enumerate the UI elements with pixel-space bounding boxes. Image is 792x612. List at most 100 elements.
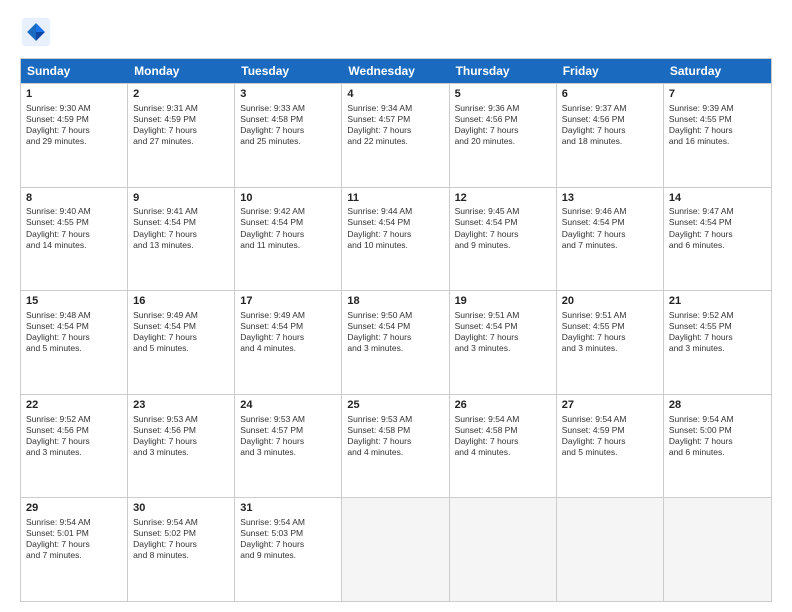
calendar-cell: 2Sunrise: 9:31 AMSunset: 4:59 PMDaylight… bbox=[128, 84, 235, 187]
calendar-cell: 31Sunrise: 9:54 AMSunset: 5:03 PMDayligh… bbox=[235, 498, 342, 601]
cell-info: Sunrise: 9:50 AMSunset: 4:54 PMDaylight:… bbox=[347, 310, 443, 354]
header-day: Wednesday bbox=[342, 59, 449, 83]
cell-info: Sunrise: 9:54 AMSunset: 5:02 PMDaylight:… bbox=[133, 517, 229, 561]
day-number: 9 bbox=[133, 191, 229, 206]
calendar-cell: 27Sunrise: 9:54 AMSunset: 4:59 PMDayligh… bbox=[557, 395, 664, 498]
cell-info: Sunrise: 9:48 AMSunset: 4:54 PMDaylight:… bbox=[26, 310, 122, 354]
calendar-header: SundayMondayTuesdayWednesdayThursdayFrid… bbox=[21, 59, 771, 83]
cell-info: Sunrise: 9:30 AMSunset: 4:59 PMDaylight:… bbox=[26, 103, 122, 147]
day-number: 13 bbox=[562, 191, 658, 206]
cell-info: Sunrise: 9:51 AMSunset: 4:54 PMDaylight:… bbox=[455, 310, 551, 354]
calendar-cell: 30Sunrise: 9:54 AMSunset: 5:02 PMDayligh… bbox=[128, 498, 235, 601]
header-day: Thursday bbox=[450, 59, 557, 83]
calendar-cell: 28Sunrise: 9:54 AMSunset: 5:00 PMDayligh… bbox=[664, 395, 771, 498]
cell-info: Sunrise: 9:46 AMSunset: 4:54 PMDaylight:… bbox=[562, 206, 658, 250]
calendar-cell bbox=[557, 498, 664, 601]
cell-info: Sunrise: 9:53 AMSunset: 4:58 PMDaylight:… bbox=[347, 414, 443, 458]
calendar-row: 8Sunrise: 9:40 AMSunset: 4:55 PMDaylight… bbox=[21, 187, 771, 291]
calendar-cell: 26Sunrise: 9:54 AMSunset: 4:58 PMDayligh… bbox=[450, 395, 557, 498]
cell-info: Sunrise: 9:45 AMSunset: 4:54 PMDaylight:… bbox=[455, 206, 551, 250]
cell-info: Sunrise: 9:33 AMSunset: 4:58 PMDaylight:… bbox=[240, 103, 336, 147]
logo-icon bbox=[20, 16, 52, 48]
calendar-cell: 22Sunrise: 9:52 AMSunset: 4:56 PMDayligh… bbox=[21, 395, 128, 498]
cell-info: Sunrise: 9:39 AMSunset: 4:55 PMDaylight:… bbox=[669, 103, 766, 147]
day-number: 21 bbox=[669, 294, 766, 309]
cell-info: Sunrise: 9:42 AMSunset: 4:54 PMDaylight:… bbox=[240, 206, 336, 250]
calendar-row: 29Sunrise: 9:54 AMSunset: 5:01 PMDayligh… bbox=[21, 497, 771, 601]
calendar-body: 1Sunrise: 9:30 AMSunset: 4:59 PMDaylight… bbox=[21, 83, 771, 601]
header-day: Saturday bbox=[664, 59, 771, 83]
calendar-cell: 11Sunrise: 9:44 AMSunset: 4:54 PMDayligh… bbox=[342, 188, 449, 291]
cell-info: Sunrise: 9:54 AMSunset: 4:58 PMDaylight:… bbox=[455, 414, 551, 458]
header-day: Friday bbox=[557, 59, 664, 83]
cell-info: Sunrise: 9:34 AMSunset: 4:57 PMDaylight:… bbox=[347, 103, 443, 147]
header bbox=[20, 16, 772, 48]
day-number: 12 bbox=[455, 191, 551, 206]
calendar-cell: 6Sunrise: 9:37 AMSunset: 4:56 PMDaylight… bbox=[557, 84, 664, 187]
day-number: 26 bbox=[455, 398, 551, 413]
calendar-cell: 1Sunrise: 9:30 AMSunset: 4:59 PMDaylight… bbox=[21, 84, 128, 187]
calendar-cell bbox=[450, 498, 557, 601]
cell-info: Sunrise: 9:49 AMSunset: 4:54 PMDaylight:… bbox=[133, 310, 229, 354]
day-number: 1 bbox=[26, 87, 122, 102]
calendar-cell: 7Sunrise: 9:39 AMSunset: 4:55 PMDaylight… bbox=[664, 84, 771, 187]
calendar-cell: 19Sunrise: 9:51 AMSunset: 4:54 PMDayligh… bbox=[450, 291, 557, 394]
day-number: 30 bbox=[133, 501, 229, 516]
day-number: 20 bbox=[562, 294, 658, 309]
day-number: 7 bbox=[669, 87, 766, 102]
calendar-cell: 10Sunrise: 9:42 AMSunset: 4:54 PMDayligh… bbox=[235, 188, 342, 291]
page: SundayMondayTuesdayWednesdayThursdayFrid… bbox=[0, 0, 792, 612]
header-day: Sunday bbox=[21, 59, 128, 83]
header-day: Monday bbox=[128, 59, 235, 83]
calendar-cell: 25Sunrise: 9:53 AMSunset: 4:58 PMDayligh… bbox=[342, 395, 449, 498]
calendar-cell bbox=[342, 498, 449, 601]
calendar-cell: 14Sunrise: 9:47 AMSunset: 4:54 PMDayligh… bbox=[664, 188, 771, 291]
cell-info: Sunrise: 9:54 AMSunset: 5:01 PMDaylight:… bbox=[26, 517, 122, 561]
calendar-row: 22Sunrise: 9:52 AMSunset: 4:56 PMDayligh… bbox=[21, 394, 771, 498]
day-number: 2 bbox=[133, 87, 229, 102]
day-number: 28 bbox=[669, 398, 766, 413]
day-number: 27 bbox=[562, 398, 658, 413]
calendar-cell: 23Sunrise: 9:53 AMSunset: 4:56 PMDayligh… bbox=[128, 395, 235, 498]
calendar-cell: 15Sunrise: 9:48 AMSunset: 4:54 PMDayligh… bbox=[21, 291, 128, 394]
day-number: 11 bbox=[347, 191, 443, 206]
cell-info: Sunrise: 9:53 AMSunset: 4:56 PMDaylight:… bbox=[133, 414, 229, 458]
day-number: 25 bbox=[347, 398, 443, 413]
calendar: SundayMondayTuesdayWednesdayThursdayFrid… bbox=[20, 58, 772, 602]
cell-info: Sunrise: 9:47 AMSunset: 4:54 PMDaylight:… bbox=[669, 206, 766, 250]
day-number: 23 bbox=[133, 398, 229, 413]
calendar-cell: 16Sunrise: 9:49 AMSunset: 4:54 PMDayligh… bbox=[128, 291, 235, 394]
calendar-cell: 18Sunrise: 9:50 AMSunset: 4:54 PMDayligh… bbox=[342, 291, 449, 394]
calendar-cell: 5Sunrise: 9:36 AMSunset: 4:56 PMDaylight… bbox=[450, 84, 557, 187]
cell-info: Sunrise: 9:54 AMSunset: 5:03 PMDaylight:… bbox=[240, 517, 336, 561]
calendar-cell: 24Sunrise: 9:53 AMSunset: 4:57 PMDayligh… bbox=[235, 395, 342, 498]
day-number: 3 bbox=[240, 87, 336, 102]
day-number: 18 bbox=[347, 294, 443, 309]
cell-info: Sunrise: 9:49 AMSunset: 4:54 PMDaylight:… bbox=[240, 310, 336, 354]
cell-info: Sunrise: 9:40 AMSunset: 4:55 PMDaylight:… bbox=[26, 206, 122, 250]
calendar-cell: 12Sunrise: 9:45 AMSunset: 4:54 PMDayligh… bbox=[450, 188, 557, 291]
day-number: 8 bbox=[26, 191, 122, 206]
day-number: 14 bbox=[669, 191, 766, 206]
day-number: 4 bbox=[347, 87, 443, 102]
day-number: 10 bbox=[240, 191, 336, 206]
calendar-cell: 17Sunrise: 9:49 AMSunset: 4:54 PMDayligh… bbox=[235, 291, 342, 394]
calendar-cell: 3Sunrise: 9:33 AMSunset: 4:58 PMDaylight… bbox=[235, 84, 342, 187]
day-number: 22 bbox=[26, 398, 122, 413]
calendar-row: 1Sunrise: 9:30 AMSunset: 4:59 PMDaylight… bbox=[21, 83, 771, 187]
cell-info: Sunrise: 9:31 AMSunset: 4:59 PMDaylight:… bbox=[133, 103, 229, 147]
cell-info: Sunrise: 9:37 AMSunset: 4:56 PMDaylight:… bbox=[562, 103, 658, 147]
day-number: 6 bbox=[562, 87, 658, 102]
logo bbox=[20, 16, 56, 48]
calendar-cell: 21Sunrise: 9:52 AMSunset: 4:55 PMDayligh… bbox=[664, 291, 771, 394]
calendar-cell bbox=[664, 498, 771, 601]
cell-info: Sunrise: 9:54 AMSunset: 5:00 PMDaylight:… bbox=[669, 414, 766, 458]
header-day: Tuesday bbox=[235, 59, 342, 83]
day-number: 24 bbox=[240, 398, 336, 413]
cell-info: Sunrise: 9:41 AMSunset: 4:54 PMDaylight:… bbox=[133, 206, 229, 250]
calendar-row: 15Sunrise: 9:48 AMSunset: 4:54 PMDayligh… bbox=[21, 290, 771, 394]
calendar-cell: 13Sunrise: 9:46 AMSunset: 4:54 PMDayligh… bbox=[557, 188, 664, 291]
calendar-cell: 29Sunrise: 9:54 AMSunset: 5:01 PMDayligh… bbox=[21, 498, 128, 601]
calendar-cell: 8Sunrise: 9:40 AMSunset: 4:55 PMDaylight… bbox=[21, 188, 128, 291]
day-number: 5 bbox=[455, 87, 551, 102]
